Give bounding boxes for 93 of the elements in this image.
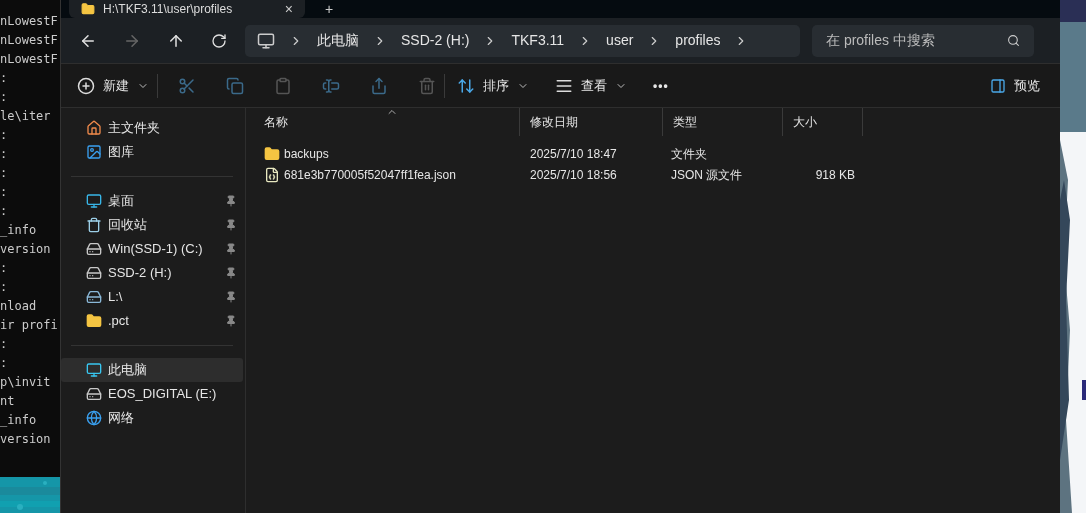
table-cell-text: 2025/7/10 18:47 — [529, 145, 618, 163]
sidebar-item[interactable]: 桌面 — [61, 189, 243, 213]
terminal-line: : — [0, 89, 8, 106]
column-header[interactable]: 名称 — [254, 108, 520, 136]
breadcrumb-item[interactable]: 此电脑 — [317, 30, 359, 51]
sidebar-item[interactable]: EOS_DIGITAL (E:) — [61, 382, 243, 406]
drive-icon — [86, 265, 102, 281]
sidebar-item[interactable]: 主文件夹 — [61, 116, 243, 140]
column-header[interactable]: 类型 — [663, 108, 783, 136]
file-icon — [264, 166, 280, 183]
terminal-line: ir profi — [0, 317, 58, 334]
folder-icon — [264, 145, 280, 162]
breadcrumb-item[interactable]: profiles — [675, 30, 721, 51]
drive-icon — [86, 241, 102, 257]
sort-button[interactable]: 排序 — [457, 75, 529, 96]
gallery-icon — [86, 144, 102, 160]
close-button[interactable]: × — [284, 1, 293, 17]
terminal-line: _info — [0, 222, 37, 239]
terminal-line: : — [0, 203, 8, 220]
search-field[interactable]: 在 profiles 中搜索 — [812, 24, 1034, 57]
pin-icon — [225, 243, 237, 255]
pin-icon — [225, 315, 237, 327]
computer-icon — [86, 362, 102, 378]
pin-icon — [225, 195, 237, 207]
preview-button[interactable]: 预览 — [990, 75, 1040, 96]
terminal-line: nLowestF — [0, 51, 58, 68]
search-icon — [1007, 34, 1020, 47]
window-tab[interactable]: H:\TKF3.11\user\profiles × — [69, 0, 305, 18]
terminal-line: nload — [0, 298, 37, 315]
breadcrumb-item[interactable]: user — [606, 30, 634, 51]
terminal-line: : — [0, 184, 8, 201]
terminal-line: p\invit — [0, 374, 51, 391]
terminal-line: : — [0, 165, 8, 182]
folder-icon — [86, 313, 102, 329]
new-button[interactable]: 新建 — [77, 75, 149, 96]
network-icon — [86, 410, 102, 426]
column-header[interactable]: 大小 — [783, 108, 863, 136]
more-button[interactable]: ••• — [653, 76, 669, 95]
column-header[interactable]: 修改日期 — [520, 108, 663, 136]
terminal-line: nt — [0, 393, 15, 410]
sidebar-item[interactable]: 网络 — [61, 406, 243, 430]
pin-icon — [225, 291, 237, 303]
breadcrumb-item[interactable]: SSD-2 (H:) — [401, 30, 470, 51]
tab-title: H:\TKF3.11\user\profiles — [103, 1, 233, 17]
file-name[interactable]: backups — [284, 144, 329, 163]
table-cell-text: 918 KB — [814, 166, 855, 184]
refresh-button[interactable] — [211, 32, 227, 49]
share-button[interactable] — [370, 76, 388, 95]
view-button[interactable]: 查看 — [555, 75, 627, 96]
address-bar[interactable]: 此电脑 SSD-2 (H:) TKF3.11 user profiles — [245, 24, 800, 57]
pin-icon — [225, 267, 237, 279]
computer-icon — [257, 31, 275, 50]
paste-button[interactable] — [274, 76, 292, 95]
network-drive-icon — [86, 289, 102, 305]
sidebar-item[interactable]: SSD-2 (H:) — [61, 261, 243, 285]
terminal-line: nLowestF — [0, 13, 58, 30]
terminal-line: nLowestF — [0, 32, 58, 49]
terminal-line: le\iter — [0, 108, 51, 125]
sort-icon — [457, 76, 475, 95]
terminal-line: _info — [0, 412, 37, 429]
breadcrumb-item[interactable]: TKF3.11 — [511, 30, 565, 51]
sidebar-item[interactable]: .pct — [61, 309, 243, 333]
terminal-line: : — [0, 70, 8, 87]
table-cell-text: 文件夹 — [670, 145, 708, 163]
preview-pane-icon — [990, 77, 1006, 94]
terminal-line: : — [0, 260, 8, 277]
terminal-line: : — [0, 355, 8, 372]
plus-icon — [77, 76, 95, 95]
sidebar-item[interactable]: Win(SSD-1) (C:) — [61, 237, 243, 261]
table-cell-text: JSON 源文件 — [670, 166, 744, 184]
terminal-line: : — [0, 146, 8, 163]
terminal-line: version — [0, 431, 51, 448]
copy-button[interactable] — [226, 76, 244, 95]
sidebar-item[interactable]: 图库 — [61, 140, 243, 164]
delete-button[interactable] — [418, 76, 436, 95]
new-tab-button[interactable]: + — [325, 1, 334, 17]
terminal-line: : — [0, 127, 8, 144]
folder-icon — [81, 2, 95, 16]
drive-icon — [86, 386, 102, 402]
cut-button[interactable] — [178, 76, 196, 95]
sidebar-item[interactable]: L:\ — [61, 285, 243, 309]
sidebar-item[interactable]: 此电脑 — [61, 358, 243, 382]
terminal-line: : — [0, 336, 8, 353]
home-icon — [86, 120, 102, 136]
table-cell-text: 2025/7/10 18:56 — [529, 166, 618, 184]
rename-button[interactable] — [322, 76, 340, 95]
pin-icon — [225, 219, 237, 231]
file-name[interactable]: 681e3b770005f52047ff1fea.json — [284, 165, 456, 184]
recycle-bin-icon — [86, 217, 102, 233]
terminal-line: version — [0, 241, 51, 258]
sidebar-item[interactable]: 回收站 — [61, 213, 243, 237]
desktop-icon — [86, 193, 102, 209]
terminal-line: : — [0, 279, 8, 296]
